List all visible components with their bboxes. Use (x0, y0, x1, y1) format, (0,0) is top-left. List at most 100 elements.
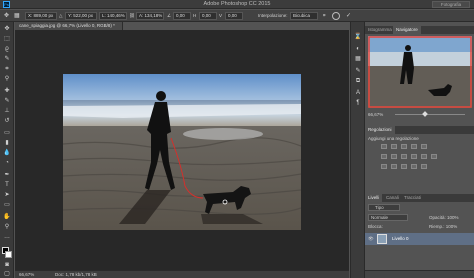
hand-tool-icon[interactable]: ✋ (3, 214, 11, 221)
path-select-tool-icon[interactable]: ➤ (3, 192, 11, 199)
layers-footer (365, 270, 474, 278)
tab-navigator[interactable]: Navigatore (393, 26, 421, 34)
move-tool-icon[interactable]: ✥ (3, 26, 11, 33)
angle-field[interactable]: 0,00 (173, 12, 191, 20)
levels-icon[interactable] (391, 144, 397, 149)
visibility-eye-icon[interactable]: 👁 (368, 236, 374, 242)
hue-saturation-icon[interactable] (381, 154, 387, 159)
character-icon[interactable]: A (354, 90, 362, 97)
eyedropper-tool-icon[interactable]: ⚲ (3, 76, 11, 83)
fill-field[interactable]: Riemp.: 100% (429, 224, 457, 229)
navigator-tabs: Istogramma Navigatore (365, 26, 474, 34)
lock-label: Blocca: (368, 224, 383, 229)
brush-tool-icon[interactable]: ✎ (3, 98, 11, 105)
skew-h-field[interactable]: 0,00 (199, 12, 217, 20)
adjustments-subtitle: Aggiungi una regolazione (368, 136, 419, 141)
opacity-field[interactable]: Opacità: 100% (429, 215, 459, 220)
crop-tool-icon[interactable]: ⌗ (3, 66, 11, 73)
x-field[interactable]: X: 889,00 px (25, 12, 57, 20)
shape-tool-icon[interactable]: ▭ (3, 202, 11, 209)
quick-mask-icon[interactable]: ◙ (3, 262, 11, 269)
layer-row[interactable]: 👁 Livello 0 (365, 233, 474, 245)
tab-channels[interactable]: Canali (383, 194, 402, 202)
healing-tool-icon[interactable]: ✚ (3, 88, 11, 95)
vibrance-icon[interactable] (421, 144, 427, 149)
gradient-map-icon[interactable] (411, 164, 417, 169)
commit-transform-icon[interactable]: ✓ (346, 12, 351, 19)
layer-filter-select[interactable]: Tipo (368, 204, 400, 211)
color-lookup-icon[interactable] (431, 154, 437, 159)
navigator-zoom-slider[interactable] (395, 114, 465, 115)
tools-panel: ✥ ⬚ ϱ ✎ ⌗ ⚲ ✚ ✎ ⊥ ↺ ▭ ▮ 💧 ◔ ✒ T ➤ ▭ ✋ ⚲ … (0, 22, 14, 278)
channel-mixer-icon[interactable] (421, 154, 427, 159)
layer-filter-value: Tipo (375, 205, 384, 210)
stamp-tool-icon[interactable]: ⊥ (3, 108, 11, 115)
selective-color-icon[interactable] (421, 164, 427, 169)
document-tab[interactable]: cane_spiaggia.jpg @ 66,7% (Livello 0, RG… (15, 22, 123, 30)
black-white-icon[interactable] (401, 154, 407, 159)
zoom-level[interactable]: 66,67% (19, 272, 34, 277)
dodge-tool-icon[interactable]: ◔ (3, 160, 11, 167)
layers-tabs: Livelli Canali Tracciati (365, 194, 474, 202)
invert-icon[interactable] (381, 164, 387, 169)
adjustments-title[interactable]: Regolazioni (365, 126, 395, 134)
app-title: Adobe Photoshop CC 2015 (203, 1, 271, 7)
skew-v-field[interactable]: 0,00 (225, 12, 243, 20)
pen-tool-icon[interactable]: ✒ (3, 172, 11, 179)
paragraph-icon[interactable]: ¶ (354, 100, 362, 107)
brightness-icon[interactable] (381, 144, 387, 149)
clone-source-icon[interactable]: ⧉ (354, 78, 362, 85)
color-icon[interactable]: ◐ (354, 46, 362, 53)
reference-point-icon[interactable]: ▦ (14, 12, 20, 19)
photo-filter-icon[interactable] (411, 154, 417, 159)
threshold-icon[interactable] (401, 164, 407, 169)
panels-column: Istogramma Navigatore 66,67% Regolazioni… (364, 22, 474, 278)
background-color-swatch[interactable] (5, 251, 12, 258)
zoom-slider-handle[interactable] (422, 111, 428, 117)
y-field[interactable]: Y: 522,00 px (65, 12, 97, 20)
status-bar: 66,67% Doc: 1,78 kb/1,78 kB (15, 270, 349, 278)
tab-histogram[interactable]: Istogramma (365, 26, 395, 34)
curves-icon[interactable] (401, 144, 407, 149)
brushes-icon[interactable]: ✎ (354, 68, 362, 75)
eraser-tool-icon[interactable]: ▭ (3, 130, 11, 137)
gradient-tool-icon[interactable]: ▮ (3, 140, 11, 147)
history-brush-tool-icon[interactable]: ↺ (3, 118, 11, 125)
workspace-switcher[interactable]: Fotografia (432, 1, 470, 8)
warp-icon[interactable]: ⌗ (323, 13, 326, 18)
cancel-transform-icon[interactable] (332, 12, 340, 20)
quick-select-tool-icon[interactable]: ✎ (3, 56, 11, 63)
app-title-bar: Ps Adobe Photoshop CC 2015 Fotografia (0, 0, 474, 9)
navigator-zoom[interactable]: 66,67% (368, 112, 383, 117)
swatches-icon[interactable]: ▦ (354, 56, 362, 63)
tab-paths[interactable]: Tracciati (401, 194, 424, 202)
lasso-tool-icon[interactable]: ϱ (3, 46, 11, 53)
move-tool-icon[interactable]: ✥ (4, 12, 9, 19)
blend-mode-value: Normale (371, 215, 389, 220)
doc-info[interactable]: Doc: 1,78 kb/1,78 kB (55, 272, 97, 277)
interpolation-select[interactable]: Bicubica (290, 12, 318, 20)
skew-h-icon: H (193, 13, 197, 18)
type-tool-icon[interactable]: T (3, 182, 11, 189)
layer-thumbnail (377, 234, 387, 244)
color-balance-icon[interactable] (391, 154, 397, 159)
width-field[interactable]: L: 140,46% (99, 12, 127, 20)
document-image[interactable] (63, 74, 301, 230)
navigator-preview[interactable] (368, 36, 472, 108)
screen-mode-icon[interactable]: ▢ (3, 271, 11, 278)
link-icon[interactable]: △ (59, 13, 62, 19)
blur-tool-icon[interactable]: 💧 (3, 150, 11, 157)
exposure-icon[interactable] (411, 144, 417, 149)
height-field[interactable]: A: 134,18% (136, 12, 164, 20)
more-tools-icon[interactable]: … (3, 234, 11, 241)
options-bar: ✥ ▦ X: 889,00 px △ Y: 522,00 px L: 140,4… (0, 10, 474, 22)
adjustments-header: Regolazioni (365, 126, 474, 134)
marquee-tool-icon[interactable]: ⬚ (3, 36, 11, 43)
blend-mode-select[interactable]: Normale (368, 214, 408, 221)
chain-icon[interactable]: ⛓ (129, 13, 135, 19)
tab-layers[interactable]: Livelli (365, 194, 383, 202)
layer-name[interactable]: Livello 0 (392, 236, 409, 241)
posterize-icon[interactable] (391, 164, 397, 169)
zoom-tool-icon[interactable]: ⚲ (3, 224, 11, 231)
history-icon[interactable]: ⌛ (354, 34, 362, 41)
